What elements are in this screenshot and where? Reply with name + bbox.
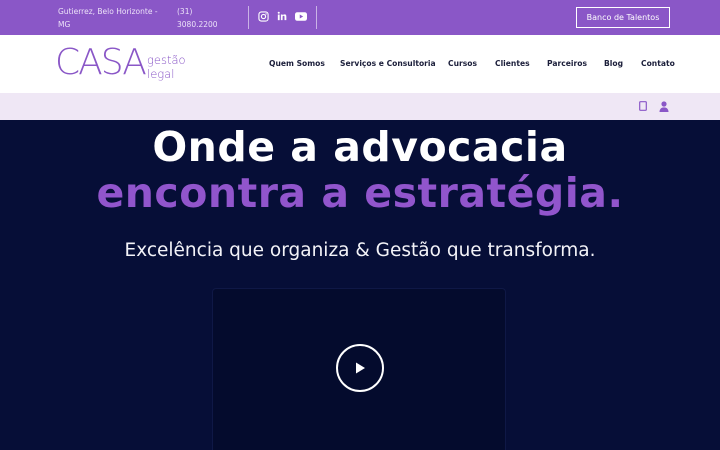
nav-servicos-e-consultoria[interactable]: Serviços e Consultoria [340,59,436,68]
phone-text: (31) 3080.2200 [177,7,218,29]
logo-sub-line2: legal [147,66,175,81]
divider [248,6,249,29]
divider [316,6,317,29]
logo-subtitle: gestão legal [147,53,186,81]
nav-parceiros[interactable]: Parceiros [547,59,587,68]
nav-quem-somos[interactable]: Quem Somos [269,59,325,68]
document-icon[interactable] [637,100,649,112]
youtube-icon[interactable] [295,10,307,22]
logo-wordmark: CASA [55,42,147,83]
banco-de-talentos-button[interactable]: Banco de Talentos [576,7,670,28]
nav-clientes[interactable]: Clientes [495,59,530,68]
instagram-icon[interactable] [257,10,269,22]
logo[interactable]: CASA gestão legal [55,44,195,84]
nav-cursos[interactable]: Cursos [448,59,477,68]
user-icon[interactable] [658,100,670,112]
play-icon[interactable] [336,344,384,392]
hero-title-line2: encontra a estratégia. [96,169,624,217]
linkedin-icon[interactable] [276,10,288,22]
nav-contato[interactable]: Contato [641,59,675,68]
nav-blog[interactable]: Blog [604,59,623,68]
hero-tagline: Excelência que organiza & Gestão que tra… [124,240,596,261]
logo-sub-line1: gestão [147,53,186,67]
address-text: Gutierrez, Belo Horizonte - MG [58,7,158,29]
hero-title-line1: Onde a advocacia [152,123,568,171]
sub-bar [0,93,720,120]
